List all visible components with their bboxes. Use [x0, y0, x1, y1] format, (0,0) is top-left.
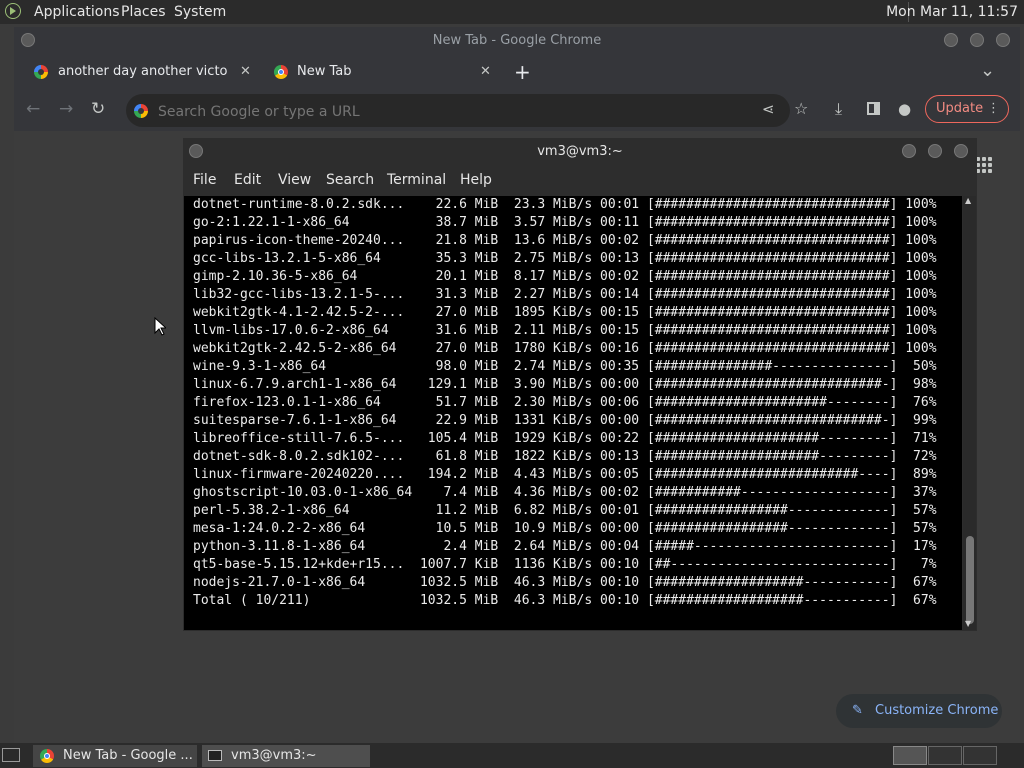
- tab-active[interactable]: another day another victory for: [24, 57, 256, 87]
- chrome-favicon-icon: [274, 65, 288, 79]
- close-window-button[interactable]: [996, 33, 1010, 47]
- terminal-line: dotnet-sdk-8.0.2.sdk102-... 61.8 MiB 182…: [193, 449, 937, 464]
- mouse-pointer-icon: [154, 317, 166, 336]
- omnibox-input[interactable]: [156, 94, 760, 129]
- scroll-up-icon[interactable]: ▲: [965, 196, 971, 205]
- terminal-output[interactable]: dotnet-runtime-8.0.2.sdk... 22.6 MiB 23.…: [184, 196, 962, 630]
- tab-search-icon[interactable]: ⌄: [980, 57, 995, 85]
- terminal-line: llvm-libs-17.0.6-2-x86_64 31.6 MiB 2.11 …: [193, 323, 937, 338]
- show-desktop-icon[interactable]: [2, 748, 20, 762]
- terminal-line: Total ( 10/211) 1032.5 MiB 46.3 MiB/s 00…: [193, 593, 937, 608]
- terminal-window: vm3@vm3:~ File Edit View Search Terminal…: [183, 138, 977, 631]
- customize-label: Customize Chrome: [875, 703, 999, 718]
- omnibox[interactable]: [126, 94, 790, 129]
- top-panel: Applications Places System Mon Mar 11, 1…: [0, 0, 1024, 24]
- menu-file[interactable]: File: [193, 172, 216, 188]
- forward-arrow-icon[interactable]: →: [59, 99, 73, 119]
- chrome-toolbar: ← → ↻ ⋖ ☆ ⤓ ● Update ⋮: [14, 91, 1020, 131]
- terminal-line: linux-firmware-20240220.... 194.2 MiB 4.…: [193, 467, 937, 482]
- bottom-panel: New Tab - Google ... vm3@vm3:~: [0, 743, 1024, 768]
- taskbar-item-label: New Tab - Google ...: [63, 748, 193, 763]
- terminal-line: suitesparse-7.6.1-1-x86_64 22.9 MiB 1331…: [193, 413, 937, 428]
- terminal-line: papirus-icon-theme-20240... 21.8 MiB 13.…: [193, 233, 937, 248]
- profile-icon[interactable]: ●: [898, 99, 911, 119]
- workspace-switcher-2[interactable]: [928, 746, 962, 765]
- terminal-line: dotnet-runtime-8.0.2.sdk... 22.6 MiB 23.…: [193, 197, 937, 212]
- workspace-switcher-1[interactable]: [893, 746, 927, 765]
- tab-close-icon[interactable]: ✕: [240, 57, 251, 87]
- reload-icon[interactable]: ↻: [91, 99, 105, 119]
- terminal-title: vm3@vm3:~: [537, 144, 623, 159]
- menu-edit[interactable]: Edit: [234, 172, 261, 188]
- new-tab-icon[interactable]: +: [514, 57, 531, 87]
- tab-new-tab[interactable]: New Tab: [266, 57, 466, 87]
- terminal-icon: [208, 750, 222, 761]
- terminal-line: lib32-gcc-libs-13.2.1-5-... 31.3 MiB 2.2…: [193, 287, 937, 302]
- maximize-button[interactable]: [928, 144, 942, 158]
- scrollbar-thumb[interactable]: [966, 536, 974, 624]
- menu-system[interactable]: System: [174, 4, 226, 20]
- download-icon[interactable]: ⤓: [835, 99, 842, 119]
- terminal-line: libreoffice-still-7.6.5-... 105.4 MiB 19…: [193, 431, 937, 446]
- workspace-switcher-3[interactable]: [963, 746, 997, 765]
- tab-close-icon[interactable]: ✕: [480, 57, 491, 87]
- terminal-line: gcc-libs-13.2.1-5-x86_64 35.3 MiB 2.75 M…: [193, 251, 937, 266]
- back-arrow-icon[interactable]: ←: [26, 99, 40, 119]
- google-apps-icon[interactable]: [976, 157, 992, 173]
- panel-clock[interactable]: Mon Mar 11, 11:57: [886, 4, 1018, 20]
- terminal-line: gimp-2.10.36-5-x86_64 20.1 MiB 8.17 MiB/…: [193, 269, 937, 284]
- terminal-line: perl-5.38.2-1-x86_64 11.2 MiB 6.82 MiB/s…: [193, 503, 937, 518]
- maximize-button[interactable]: [970, 33, 984, 47]
- update-button[interactable]: Update ⋮: [925, 95, 1009, 123]
- kebab-menu-icon[interactable]: ⋮: [987, 96, 1000, 122]
- terminal-line: firefox-123.0.1-1-x86_64 51.7 MiB 2.30 M…: [193, 395, 937, 410]
- chrome-icon: [40, 749, 54, 763]
- terminal-line: qt5-base-5.15.12+kde+r15... 1007.7 KiB 1…: [193, 557, 937, 572]
- menu-terminal[interactable]: Terminal: [387, 172, 446, 188]
- terminal-line: webkit2gtk-4.1-2.42.5-2-... 27.0 MiB 189…: [193, 305, 937, 320]
- distro-logo-icon[interactable]: [5, 3, 21, 19]
- update-label: Update: [936, 101, 984, 116]
- pencil-icon: ✎: [852, 703, 863, 718]
- chrome-window-title: New Tab - Google Chrome: [432, 33, 602, 48]
- google-g-icon: [134, 104, 148, 118]
- menu-view[interactable]: View: [278, 172, 311, 188]
- menu-help[interactable]: Help: [460, 172, 492, 188]
- terminal-line: go-2:1.22.1-1-x86_64 38.7 MiB 3.57 MiB/s…: [193, 215, 937, 230]
- terminal-line: nodejs-21.7.0-1-x86_64 1032.5 MiB 46.3 M…: [193, 575, 937, 590]
- terminal-line: webkit2gtk-2.42.5-2-x86_64 27.0 MiB 1780…: [193, 341, 937, 356]
- terminal-line: python-3.11.8-1-x86_64 2.4 MiB 2.64 MiB/…: [193, 539, 937, 554]
- bookmark-star-icon[interactable]: ☆: [794, 99, 808, 119]
- share-icon[interactable]: ⋖: [762, 99, 775, 119]
- terminal-scrollbar[interactable]: ▲ ▼: [963, 196, 976, 630]
- terminal-menubar: File Edit View Search Terminal Help: [183, 168, 977, 194]
- tab-strip: another day another victory for ✕ New Ta…: [14, 57, 1020, 87]
- menu-search[interactable]: Search: [326, 172, 374, 188]
- google-favicon-icon: [34, 65, 48, 79]
- terminal-line: ghostscript-10.03.0-1-x86_64 7.4 MiB 4.3…: [193, 485, 937, 500]
- side-panel-icon[interactable]: [867, 102, 880, 115]
- taskbar-item-label: vm3@vm3:~: [231, 748, 317, 763]
- tab-title: another day another victory for: [58, 64, 228, 79]
- taskbar-item-chrome[interactable]: New Tab - Google ...: [33, 745, 197, 767]
- terminal-line: mesa-1:24.0.2-2-x86_64 10.5 MiB 10.9 MiB…: [193, 521, 937, 536]
- minimize-button[interactable]: [902, 144, 916, 158]
- close-window-button[interactable]: [954, 144, 968, 158]
- minimize-button[interactable]: [944, 33, 958, 47]
- menu-applications[interactable]: Applications: [34, 4, 120, 20]
- tab-title: New Tab: [297, 64, 352, 79]
- taskbar-item-terminal[interactable]: vm3@vm3:~: [202, 745, 370, 767]
- terminal-line: wine-9.3-1-x86_64 98.0 MiB 2.74 MiB/s 00…: [193, 359, 937, 374]
- menu-places[interactable]: Places: [121, 4, 166, 20]
- terminal-line: linux-6.7.9.arch1-1-x86_64 129.1 MiB 3.9…: [193, 377, 937, 392]
- customize-chrome-button[interactable]: ✎ Customize Chrome: [836, 694, 1002, 728]
- scroll-down-icon[interactable]: ▼: [965, 619, 971, 628]
